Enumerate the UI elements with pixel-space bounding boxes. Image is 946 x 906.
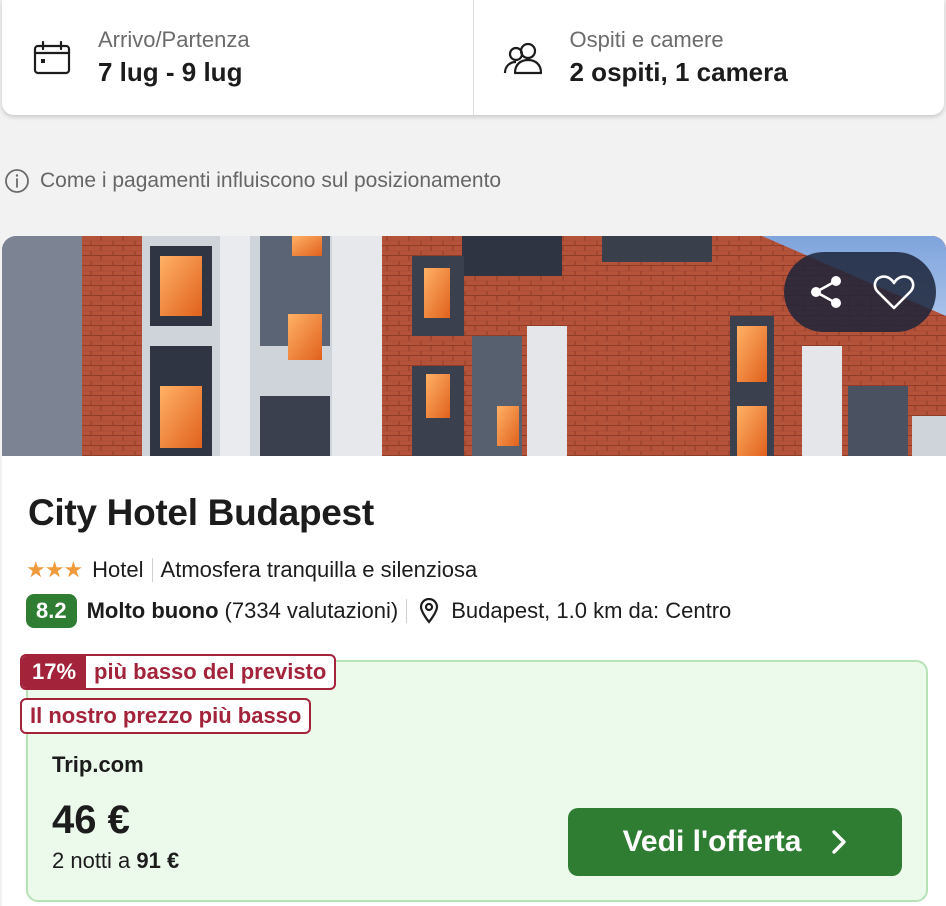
share-icon[interactable] xyxy=(798,264,854,320)
map-pin-icon xyxy=(419,598,439,624)
hotel-type: Hotel xyxy=(92,557,144,582)
hotel-tagline: Atmosfera tranquilla e silenziosa xyxy=(160,557,478,582)
ranking-note-text: Come i pagamenti influiscono sul posizio… xyxy=(40,169,502,192)
dates-text: Arrivo/Partenza 7 lug - 9 lug xyxy=(98,27,250,87)
dates-label: Arrivo/Partenza xyxy=(98,27,250,53)
rating-row: 8.2 Molto buono (7334 valutazioni) Budap… xyxy=(26,594,731,628)
people-icon xyxy=(502,36,546,80)
discount-badge: 17% più basso del previsto xyxy=(20,654,337,690)
nightly-price: 46 € xyxy=(52,798,130,842)
hotel-name[interactable]: City Hotel Budapest xyxy=(28,492,374,534)
rating-label: Molto buono xyxy=(86,598,219,623)
divider xyxy=(406,599,408,623)
ranking-disclosure[interactable]: Come i pagamenti influiscono sul posizio… xyxy=(4,166,501,196)
discount-percent: 17% xyxy=(22,656,87,688)
rating-count[interactable]: (7334 valutazioni) xyxy=(225,598,399,624)
guests-text: Ospiti e camere 2 ospiti, 1 camera xyxy=(570,27,788,87)
rating-badge: 8.2 xyxy=(26,594,77,628)
total-value: 91 € xyxy=(136,848,180,873)
discount-text: più basso del previsto xyxy=(94,659,327,684)
divider xyxy=(151,558,153,582)
search-summary-bar: Arrivo/Partenza 7 lug - 9 lug Ospiti e c… xyxy=(2,0,944,115)
dates-value: 7 lug - 9 lug xyxy=(98,56,243,87)
dates-selector[interactable]: Arrivo/Partenza 7 lug - 9 lug xyxy=(2,0,473,115)
view-deal-button[interactable]: Vedi l'offerta xyxy=(568,808,902,876)
photo-actions xyxy=(784,252,936,332)
hotel-card[interactable]: City Hotel Budapest ★★★ Hotel Atmosfera … xyxy=(2,236,946,906)
hotel-meta: ★★★ Hotel Atmosfera tranquilla e silenzi… xyxy=(26,554,477,586)
hotel-photo[interactable] xyxy=(2,236,946,456)
view-deal-label: Vedi l'offerta xyxy=(622,825,802,858)
total-prefix: 2 notti a xyxy=(52,848,131,873)
total-price: 2 notti a 91 € xyxy=(52,848,179,874)
calendar-icon xyxy=(30,36,74,80)
chevron-right-icon xyxy=(831,829,847,855)
star-rating-icon: ★★★ xyxy=(26,557,83,582)
hotel-location[interactable]: Budapest, 1.0 km da: Centro xyxy=(451,598,731,624)
info-icon xyxy=(4,168,30,194)
provider-name: Trip.com xyxy=(52,752,144,777)
heart-icon[interactable] xyxy=(866,264,922,320)
guests-label: Ospiti e camere xyxy=(569,27,724,53)
guests-selector[interactable]: Ospiti e camere 2 ospiti, 1 camera xyxy=(472,0,945,115)
best-price-badge: Il nostro prezzo più basso xyxy=(20,698,312,734)
guests-value: 2 ospiti, 1 camera xyxy=(569,56,788,87)
